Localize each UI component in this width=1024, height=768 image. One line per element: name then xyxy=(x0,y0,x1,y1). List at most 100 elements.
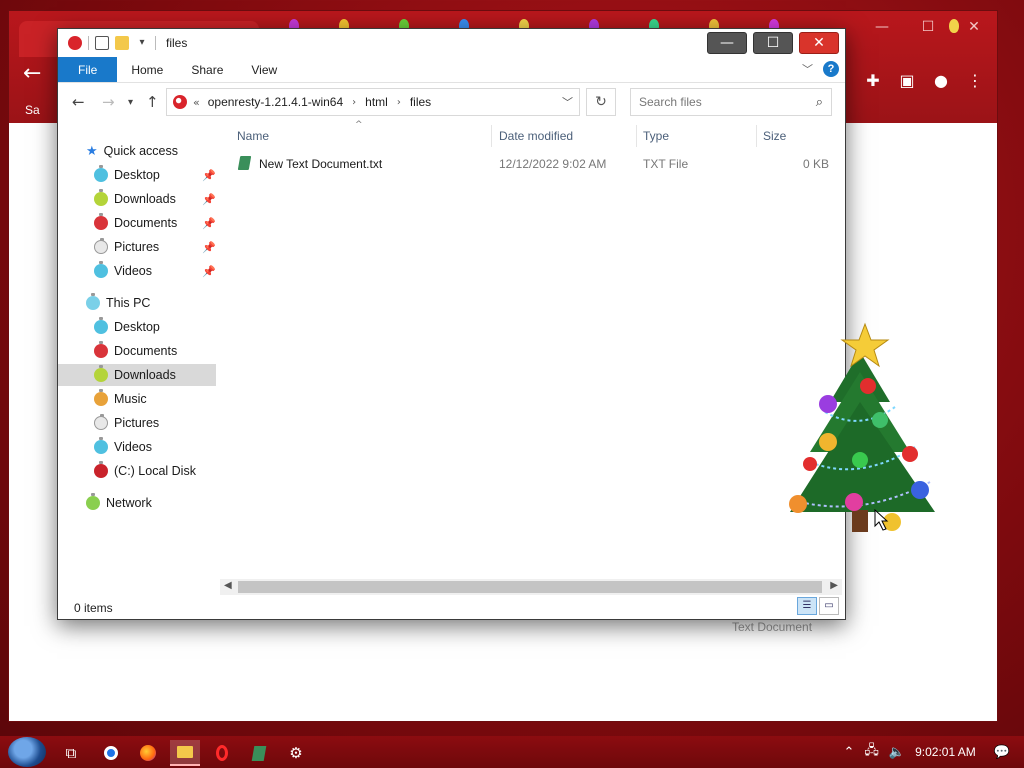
nav-network[interactable]: Network xyxy=(58,492,216,514)
tab-view[interactable]: View xyxy=(237,57,291,82)
nav-pc-local-disk[interactable]: (C:) Local Disk xyxy=(58,460,216,482)
column-type[interactable]: Type xyxy=(643,129,669,143)
file-explorer-taskbar-icon[interactable] xyxy=(170,740,200,766)
ornament-icon xyxy=(94,437,108,454)
tab-file[interactable]: File xyxy=(58,57,118,82)
pin-icon[interactable]: 📌 xyxy=(202,169,216,182)
search-input[interactable] xyxy=(639,95,816,109)
tab-home[interactable]: Home xyxy=(117,57,177,82)
search-icon[interactable]: ⌕ xyxy=(816,95,823,110)
nav-item-label: Documents xyxy=(114,216,178,230)
nav-quick-videos[interactable]: Videos 📌 xyxy=(58,260,216,282)
column-divider[interactable] xyxy=(491,125,492,147)
close-icon[interactable]: ✕ xyxy=(951,13,997,41)
scrollbar-thumb[interactable] xyxy=(238,581,822,593)
table-row[interactable]: New Text Document.txt 12/12/2022 9:02 AM… xyxy=(233,153,833,175)
start-button[interactable] xyxy=(8,737,46,767)
volume-icon[interactable]: 🔈 xyxy=(889,745,905,760)
details-view-icon[interactable]: ☰ xyxy=(797,597,817,615)
new-folder-icon[interactable] xyxy=(115,36,129,50)
view-toggles: ☰ ▭ xyxy=(797,597,839,615)
notifications-icon[interactable]: 💬 xyxy=(994,745,1010,760)
breadcrumb-overflow[interactable]: « xyxy=(193,96,200,109)
pin-icon[interactable]: 📌 xyxy=(202,193,216,206)
nav-pc-documents[interactable]: Documents xyxy=(58,340,216,362)
clock[interactable]: 9:02:01 AM xyxy=(915,745,976,759)
notepad-icon[interactable] xyxy=(244,740,274,766)
nav-quick-desktop[interactable]: Desktop 📌 xyxy=(58,164,216,186)
back-arrow-icon[interactable]: ← xyxy=(23,61,41,86)
horizontal-scrollbar[interactable]: ◀ ▶ xyxy=(220,579,842,595)
file-name[interactable]: New Text Document.txt xyxy=(259,157,382,171)
column-date-modified[interactable]: Date modified xyxy=(499,129,573,143)
extensions-icon[interactable]: ✚ xyxy=(863,71,883,91)
address-dropdown-icon[interactable]: ﹀ xyxy=(562,94,573,110)
nav-pc-pictures[interactable]: Pictures xyxy=(58,412,216,434)
minimize-icon[interactable]: — xyxy=(859,13,905,41)
maximize-icon[interactable]: ☐ xyxy=(905,13,951,41)
task-view-icon[interactable]: ⧉ xyxy=(56,740,86,766)
settings-gear-icon[interactable]: ⚙ xyxy=(281,740,311,766)
column-name[interactable]: Name xyxy=(237,129,269,143)
breadcrumb-html[interactable]: html xyxy=(365,95,388,109)
nav-item-label: Network xyxy=(106,496,152,510)
divider xyxy=(155,36,156,50)
breadcrumb-chevron-icon[interactable]: › xyxy=(352,97,356,108)
address-bar[interactable]: « openresty-1.21.4.1-win64 › html › file… xyxy=(166,88,580,116)
nav-pc-videos[interactable]: Videos xyxy=(58,436,216,458)
expand-ribbon-icon[interactable]: ﹀ xyxy=(802,61,813,77)
maximize-button[interactable]: ☐ xyxy=(753,32,793,54)
breadcrumb-files[interactable]: files xyxy=(410,95,431,109)
nav-quick-downloads[interactable]: Downloads 📌 xyxy=(58,188,216,210)
nav-item-label: Music xyxy=(114,392,147,406)
scroll-left-icon[interactable]: ◀ xyxy=(224,580,232,591)
nav-item-label: Pictures xyxy=(114,416,160,430)
menu-icon[interactable]: ⋮ xyxy=(965,71,985,91)
title-bar[interactable]: ▾ files — ☐ ✕ xyxy=(58,29,845,57)
network-status-icon[interactable]: 🖧 xyxy=(864,741,879,763)
breadcrumb-chevron-icon[interactable]: › xyxy=(397,97,401,108)
nav-item-label: Documents xyxy=(114,344,178,358)
pin-icon[interactable]: 📌 xyxy=(202,217,216,230)
nav-pc-music[interactable]: Music xyxy=(58,388,216,410)
nav-this-pc[interactable]: This PC xyxy=(58,292,216,314)
pin-icon[interactable]: 📌 xyxy=(202,241,216,254)
computer-icon xyxy=(86,293,100,310)
help-icon[interactable]: ? xyxy=(823,61,839,77)
ghost-file-label: Text Document xyxy=(732,620,813,634)
chrome-icon[interactable] xyxy=(96,740,126,766)
column-divider[interactable] xyxy=(756,125,757,147)
ornament-icon xyxy=(94,461,108,478)
search-box[interactable]: ⌕ xyxy=(630,88,832,116)
up-icon[interactable]: ↑ xyxy=(146,93,159,111)
show-hidden-icons-icon[interactable]: ⌃ xyxy=(844,745,855,760)
column-size[interactable]: Size xyxy=(763,129,786,143)
nav-item-label: This PC xyxy=(106,296,151,310)
properties-icon[interactable] xyxy=(95,36,109,50)
pin-icon[interactable]: 📌 xyxy=(202,265,216,278)
minimize-button[interactable]: — xyxy=(707,32,747,54)
sidebar-icon[interactable]: ▣ xyxy=(897,71,917,91)
tab-share[interactable]: Share xyxy=(177,57,237,82)
ornament-icon xyxy=(94,389,108,406)
bookmark-item[interactable]: Sa xyxy=(25,103,40,117)
forward-icon[interactable]: → xyxy=(102,93,115,111)
customize-toolbar-icon[interactable]: ▾ xyxy=(135,36,149,50)
back-icon[interactable]: ← xyxy=(72,93,85,111)
firefox-icon[interactable] xyxy=(133,740,163,766)
nav-pc-desktop[interactable]: Desktop xyxy=(58,316,216,338)
nav-quick-pictures[interactable]: Pictures 📌 xyxy=(58,236,216,258)
nav-pc-downloads[interactable]: Downloads xyxy=(58,364,216,386)
profile-icon[interactable]: ● xyxy=(931,71,951,91)
nav-quick-access[interactable]: ★ Quick access xyxy=(58,140,216,162)
recent-locations-icon[interactable]: ▾ xyxy=(128,97,133,108)
nav-quick-documents[interactable]: Documents 📌 xyxy=(58,212,216,234)
scroll-right-icon[interactable]: ▶ xyxy=(830,580,838,591)
opera-icon[interactable] xyxy=(207,740,237,766)
large-icons-view-icon[interactable]: ▭ xyxy=(819,597,839,615)
breadcrumb-openresty[interactable]: openresty-1.21.4.1-win64 xyxy=(208,95,343,109)
network-icon xyxy=(86,493,100,510)
close-button[interactable]: ✕ xyxy=(799,32,839,54)
column-divider[interactable] xyxy=(636,125,637,147)
refresh-button[interactable]: ↻ xyxy=(586,88,616,116)
